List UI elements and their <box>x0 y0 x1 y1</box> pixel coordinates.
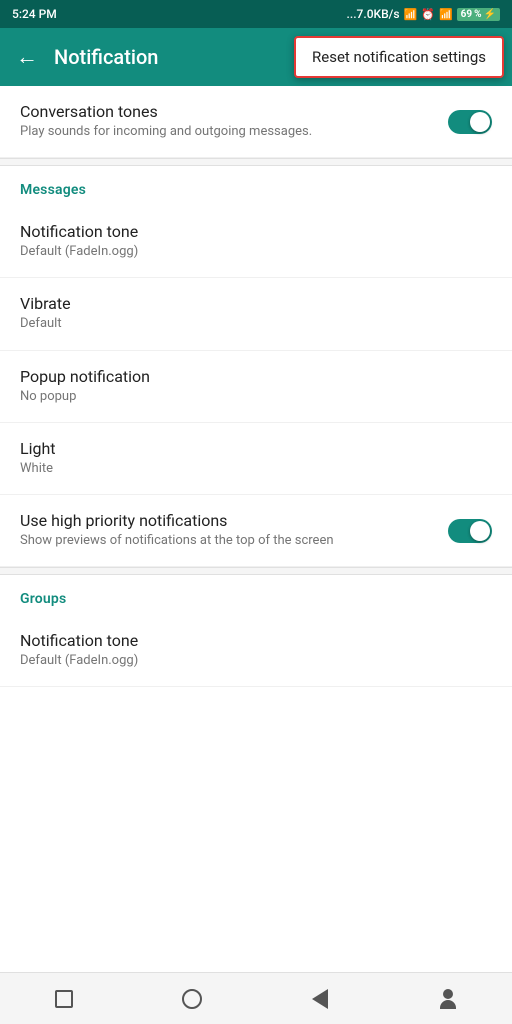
messages-vibrate-text: Vibrate Default <box>20 294 492 333</box>
network-speed: ...7.0KB/s <box>347 7 400 21</box>
messages-priority-subtitle: Show previews of notifications at the to… <box>20 532 448 550</box>
messages-notification-tone-text: Notification tone Default (FadeIn.ogg) <box>20 222 492 261</box>
reset-notification-label: Reset notification settings <box>312 48 486 66</box>
conversation-tones-subtitle: Play sounds for incoming and outgoing me… <box>20 123 448 141</box>
conversation-tones-title: Conversation tones <box>20 102 448 121</box>
conversation-tones-text: Conversation tones Play sounds for incom… <box>20 102 448 141</box>
toggle-thumb <box>470 112 490 132</box>
messages-popup-subtitle: No popup <box>20 388 492 406</box>
groups-notification-tone-subtitle: Default (FadeIn.ogg) <box>20 652 492 670</box>
battery-indicator: 69 % ⚡ <box>457 8 500 21</box>
status-bar-left: 5:24 PM <box>12 7 57 21</box>
nav-accessibility-button[interactable] <box>424 975 472 1023</box>
circle-icon <box>182 989 202 1009</box>
groups-notification-tone-title: Notification tone <box>20 631 492 650</box>
person-body <box>440 1000 456 1009</box>
messages-light-title: Light <box>20 439 492 458</box>
priority-toggle-track <box>448 519 492 543</box>
messages-vibrate-subtitle: Default <box>20 315 492 333</box>
alarm-icon: ⏰ <box>421 8 435 21</box>
messages-light-text: Light White <box>20 439 492 478</box>
groups-notification-tone-item[interactable]: Notification tone Default (FadeIn.ogg) <box>0 615 512 687</box>
triangle-icon <box>312 989 328 1009</box>
bottom-nav <box>0 972 512 1024</box>
time-label: 5:24 PM <box>12 7 57 21</box>
back-button[interactable]: ← <box>16 44 38 70</box>
messages-vibrate-title: Vibrate <box>20 294 492 313</box>
messages-notification-tone-subtitle: Default (FadeIn.ogg) <box>20 243 492 261</box>
messages-vibrate-item[interactable]: Vibrate Default <box>0 278 512 350</box>
person-head <box>443 989 453 999</box>
messages-popup-item[interactable]: Popup notification No popup <box>0 351 512 423</box>
messages-light-item[interactable]: Light White <box>0 423 512 495</box>
nav-home-button[interactable] <box>168 975 216 1023</box>
app-bar: ← Notification Reset notification settin… <box>0 28 512 86</box>
messages-notification-tone-item[interactable]: Notification tone Default (FadeIn.ogg) <box>0 206 512 278</box>
messages-priority-text: Use high priority notifications Show pre… <box>20 511 448 550</box>
toggle-track <box>448 110 492 134</box>
reset-notification-popup[interactable]: Reset notification settings <box>294 36 504 78</box>
priority-toggle-thumb <box>470 521 490 541</box>
nav-back-button[interactable] <box>296 975 344 1023</box>
square-icon <box>55 990 73 1008</box>
divider-1 <box>0 158 512 166</box>
battery-percent: 69 <box>461 9 472 20</box>
messages-light-subtitle: White <box>20 460 492 478</box>
messages-notification-tone-title: Notification tone <box>20 222 492 241</box>
conversation-tones-item[interactable]: Conversation tones Play sounds for incom… <box>0 86 512 158</box>
status-bar-right: ...7.0KB/s 📶 ⏰ 📶 69 % ⚡ <box>347 7 500 21</box>
status-bar: 5:24 PM ...7.0KB/s 📶 ⏰ 📶 69 % ⚡ <box>0 0 512 28</box>
messages-priority-item[interactable]: Use high priority notifications Show pre… <box>0 495 512 567</box>
messages-priority-title: Use high priority notifications <box>20 511 448 530</box>
nav-recent-apps-button[interactable] <box>40 975 88 1023</box>
groups-notification-tone-text: Notification tone Default (FadeIn.ogg) <box>20 631 492 670</box>
divider-2 <box>0 567 512 575</box>
person-icon <box>440 989 456 1009</box>
messages-section-header: Messages <box>0 166 512 206</box>
priority-toggle[interactable] <box>448 519 492 543</box>
groups-section-header: Groups <box>0 575 512 615</box>
messages-popup-title: Popup notification <box>20 367 492 386</box>
conversation-tones-toggle[interactable] <box>448 110 492 134</box>
signal-icon: 📶 <box>404 8 418 21</box>
charging-icon: ⚡ <box>484 9 496 20</box>
signal-bars-icon: 📶 <box>439 8 453 21</box>
messages-popup-text: Popup notification No popup <box>20 367 492 406</box>
battery-label: % <box>474 9 481 20</box>
settings-content: Conversation tones Play sounds for incom… <box>0 86 512 972</box>
